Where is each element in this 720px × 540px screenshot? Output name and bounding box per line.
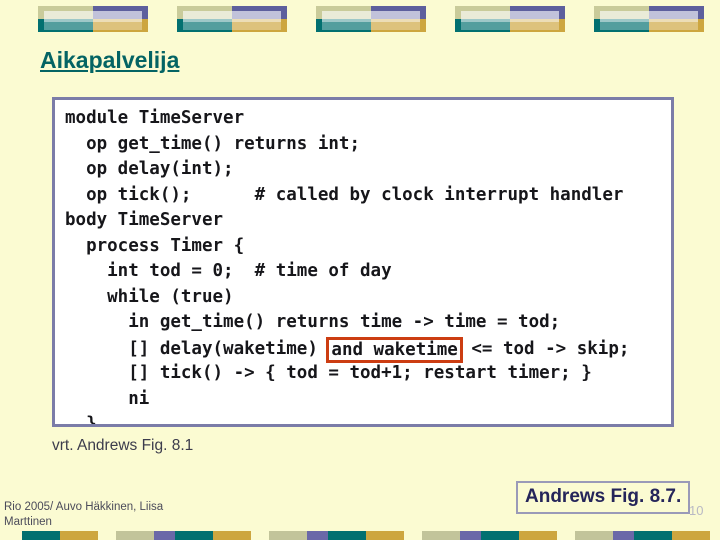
code-listing: module TimeServer op get_time() returns … [65, 106, 630, 427]
code-text: op delay(int); [65, 159, 234, 179]
code-line: while (true) [65, 285, 629, 311]
bottom-bar-block-sage [116, 531, 154, 540]
banner-unit [455, 6, 565, 32]
code-text: op tick(); # called by clock interrupt h… [65, 184, 624, 205]
banner-overlay-upper [44, 11, 142, 22]
code-line: module TimeServer [65, 106, 629, 132]
code-line: op get_time() returns int; [65, 132, 629, 158]
code-figure-box: module TimeServer op get_time() returns … [52, 97, 674, 427]
banner-unit [594, 6, 704, 32]
code-line: op delay(int); [65, 157, 629, 183]
code-text: int tod = 0; # time of day [65, 261, 392, 281]
banner-overlay-lower [183, 22, 281, 30]
banner-overlay-lower [44, 22, 142, 30]
bottom-bar-block-sage [269, 531, 307, 540]
banner-overlay-upper [183, 11, 281, 22]
banner-overlay-lower [600, 22, 698, 30]
bottom-bar-block-teal [634, 531, 672, 540]
code-line: process Timer { [65, 234, 629, 260]
banner-overlay-upper [322, 11, 420, 22]
banner-unit [177, 6, 287, 32]
footer-credit-line-1: Rio 2005/ Auvo Häkkinen, Liisa [4, 501, 164, 513]
page-title: Aikapalvelija [40, 47, 180, 73]
code-text: ni [65, 388, 150, 409]
code-line: in get_time() returns time -> time = tod… [65, 310, 629, 336]
code-line: int tod = 0; # time of day [65, 259, 629, 285]
bottom-bar-block-gold [60, 531, 98, 540]
code-line: body TimeServer [65, 208, 629, 234]
banner-overlay-lower [322, 22, 420, 30]
bottom-bar-block-gold [672, 531, 710, 540]
code-text: [] delay(waketime) [65, 338, 329, 359]
banner-overlay-upper [600, 11, 698, 22]
code-line: } [65, 412, 629, 427]
bottom-bar-block-teal [328, 531, 366, 540]
banner-overlay-lower [461, 22, 559, 30]
banner-unit [38, 6, 148, 32]
bottom-bar-block-teal [22, 531, 60, 540]
code-highlight-box: and waketime [326, 336, 463, 363]
code-text: process Timer { [65, 235, 245, 256]
bottom-bar-block-teal [175, 531, 213, 540]
bottom-decorative-bar [0, 531, 720, 540]
code-text: in get_time() returns time -> time = tod… [65, 312, 561, 332]
bottom-bar-block-gold [213, 531, 251, 540]
figure-caption: vrt. Andrews Fig. 8.1 [52, 437, 194, 454]
bottom-bar-block-sage [422, 531, 460, 540]
source-callout: Andrews Fig. 8.7. [516, 481, 691, 514]
bottom-bar-block-sage [575, 531, 613, 540]
code-line: ni [65, 387, 629, 413]
code-text: } [65, 414, 97, 427]
bottom-bar-block-gold [519, 531, 557, 540]
bottom-bar-block-gold [366, 531, 404, 540]
footer-credit-line-2: Marttinen [4, 516, 52, 528]
code-line: [] tick() -> { tod = tod+1; restart time… [65, 361, 629, 387]
code-text: <= tod -> skip; [460, 338, 630, 359]
code-line: [] delay(waketime) and waketime <= tod -… [65, 336, 630, 363]
footer-credit: Rio 2005/ Auvo Häkkinen, Liisa Marttinen [4, 500, 304, 530]
top-decorative-banner [0, 0, 720, 36]
bottom-bar-block-teal [481, 531, 519, 540]
code-text: body TimeServer [65, 210, 224, 230]
page-number: 10 [689, 503, 704, 518]
code-line: op tick(); # called by clock interrupt h… [65, 183, 629, 209]
code-text: [] tick() -> { tod = tod+1; restart time… [65, 363, 592, 383]
code-text: module TimeServer [65, 108, 245, 128]
banner-overlay-upper [461, 11, 559, 22]
banner-unit [316, 6, 426, 32]
code-text: while (true) [65, 286, 234, 307]
code-text: op get_time() returns int; [65, 133, 361, 154]
